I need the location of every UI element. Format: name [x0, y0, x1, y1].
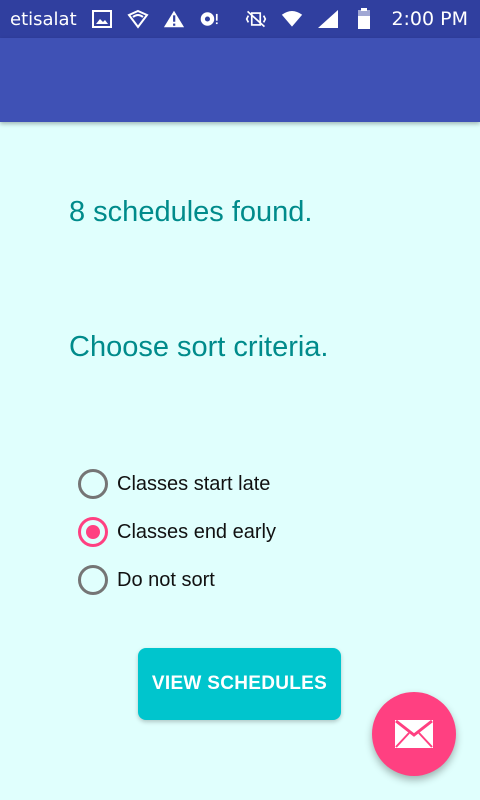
- app-bar: [0, 38, 480, 122]
- radio-option-no-sort[interactable]: Do not sort: [76, 556, 276, 604]
- sort-radio-group: Classes start late Classes end early Do …: [76, 460, 276, 604]
- radio-label: Classes end early: [117, 520, 276, 543]
- status-bar: etisalat 2:00 PM: [0, 0, 480, 38]
- radio-selected-dot: [86, 525, 100, 539]
- mail-icon: [395, 719, 433, 748]
- sort-prompt-text: Choose sort criteria.: [69, 331, 329, 363]
- radio-label: Do not sort: [117, 568, 215, 591]
- radio-option-end-early[interactable]: Classes end early: [76, 508, 276, 556]
- radio-button-unchecked[interactable]: [78, 469, 108, 499]
- battery-icon: [353, 8, 375, 30]
- radio-label: Classes start late: [117, 472, 271, 495]
- clock: 2:00 PM: [391, 8, 468, 30]
- vibrate-icon: [245, 8, 267, 30]
- radio-button-unchecked[interactable]: [78, 565, 108, 595]
- carrier-name: etisalat: [10, 8, 77, 30]
- results-count-text: 8 schedules found.: [69, 196, 313, 228]
- cell-signal-icon: [317, 8, 339, 30]
- record-icon: [199, 8, 221, 30]
- warning-icon: [163, 8, 185, 30]
- wifi-signal-icon: [281, 8, 303, 30]
- radio-option-start-late[interactable]: Classes start late: [76, 460, 276, 508]
- radio-button-checked[interactable]: [78, 517, 108, 547]
- wifi-shield-icon: [127, 8, 149, 30]
- status-right-group: 2:00 PM: [245, 8, 468, 30]
- status-left-group: etisalat: [10, 8, 221, 30]
- view-schedules-button[interactable]: VIEW SCHEDULES: [138, 648, 341, 720]
- image-icon: [91, 8, 113, 30]
- mail-fab-button[interactable]: [372, 692, 456, 776]
